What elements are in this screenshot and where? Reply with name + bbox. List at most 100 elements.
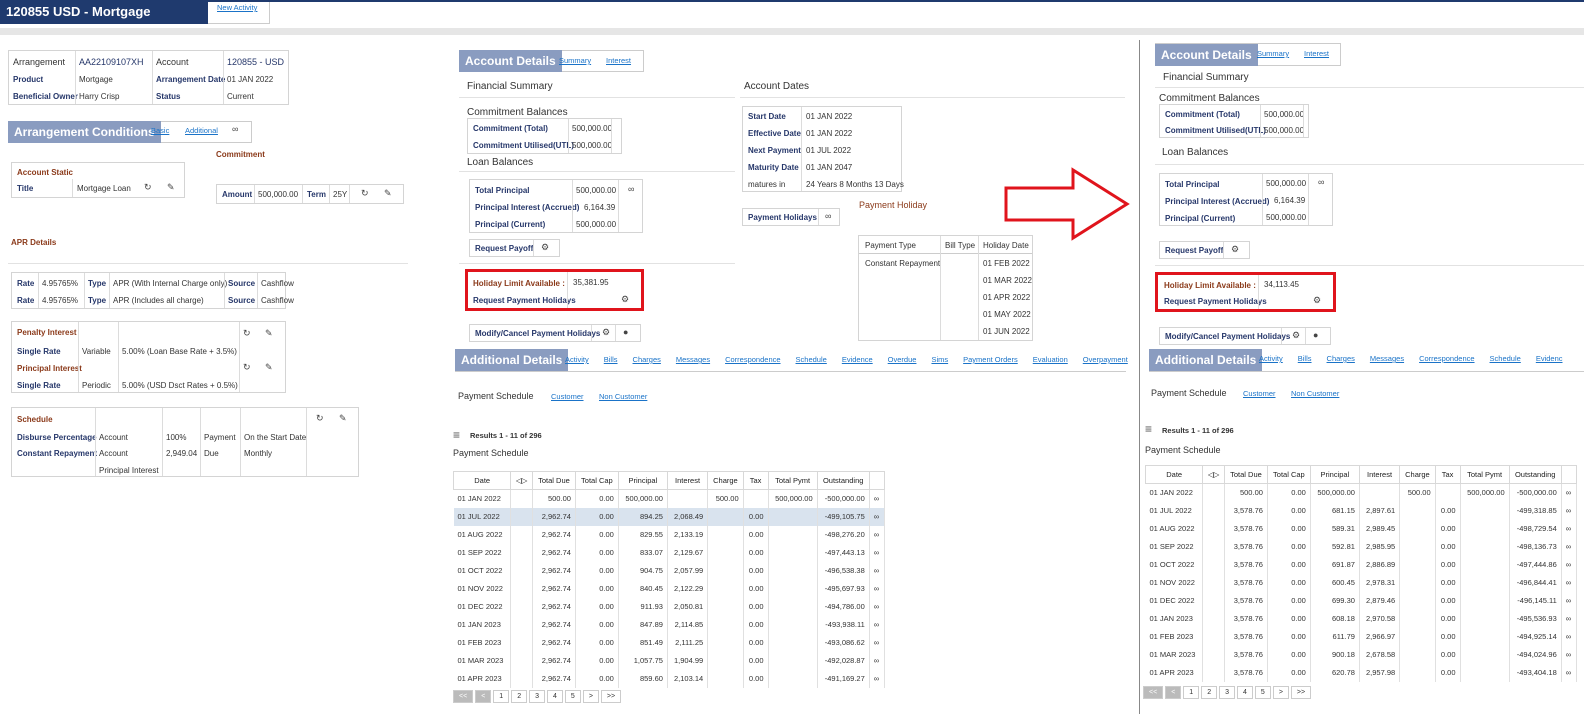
tab-interest[interactable]: Interest (606, 56, 631, 65)
tab-interest[interactable]: Interest (1304, 49, 1329, 58)
request-payoff-button[interactable]: Request Payoff ⚙ (469, 239, 560, 257)
menu-icon[interactable]: ≡ (453, 428, 460, 442)
page-button[interactable]: > (1272, 686, 1289, 699)
edit-icon[interactable]: ✎ (265, 328, 273, 339)
glasses-icon[interactable]: ∞ (1561, 519, 1578, 538)
page-button[interactable]: < (475, 690, 492, 703)
tab-bills[interactable]: Bills (1298, 354, 1312, 363)
page-button[interactable]: 3 (1219, 686, 1235, 699)
glasses-icon[interactable]: ∞ (1318, 177, 1324, 187)
tab-additional-details[interactable]: Additional Details (455, 349, 569, 371)
tab-non-customer[interactable]: Non Customer (599, 392, 647, 401)
table-row[interactable]: 01 NOV 2022 3,578.76 0.00 600.45 2,978.31 0.0… (1145, 573, 1578, 592)
modify-cancel-button[interactable]: Modify/Cancel Payment Holidays ⚙ ● (1159, 327, 1331, 345)
page-button[interactable]: << (453, 690, 474, 703)
glasses-icon[interactable]: ∞ (232, 124, 238, 134)
glasses-icon[interactable]: ∞ (869, 651, 886, 670)
glasses-icon[interactable]: ∞ (1561, 645, 1578, 664)
tab-overpayment[interactable]: Overpayment (1083, 355, 1128, 364)
refresh-icon[interactable]: ↻ (316, 413, 324, 424)
table-row[interactable]: 01 AUG 2022 2,962.74 0.00 829.55 2,133.19 0.0… (453, 525, 886, 544)
table-row[interactable]: 01 APR 2023 3,578.76 0.00 620.78 2,957.98 0.0… (1145, 663, 1578, 682)
table-row[interactable]: 01 OCT 2022 3,578.76 0.00 691.87 2,886.89 0.0… (1145, 555, 1578, 574)
edit-icon[interactable]: ✎ (339, 413, 347, 424)
glasses-icon[interactable]: ∞ (1561, 573, 1578, 592)
tab-arrangement-conditions[interactable]: Arrangement Conditions (8, 121, 161, 143)
page-button[interactable]: 3 (529, 690, 545, 703)
table-row[interactable]: 01 AUG 2022 3,578.76 0.00 589.31 2,989.45 0.0… (1145, 519, 1578, 538)
tab-basic[interactable]: Basic (151, 126, 169, 135)
glasses-icon[interactable]: ∞ (1561, 663, 1578, 682)
column-resize-icon[interactable]: ◁▷ (1202, 465, 1226, 484)
glasses-icon[interactable]: ∞ (1561, 555, 1578, 574)
page-button[interactable]: 4 (1237, 686, 1253, 699)
glasses-icon[interactable]: ∞ (869, 669, 886, 688)
tab-overdue[interactable]: Overdue (888, 355, 917, 364)
glasses-icon[interactable]: ∞ (869, 615, 886, 634)
info-icon[interactable]: ● (623, 327, 628, 337)
modify-cancel-button[interactable]: Modify/Cancel Payment Holidays ⚙ ● (469, 324, 641, 342)
tab-customer[interactable]: Customer (1243, 389, 1276, 398)
tab-correspondence[interactable]: Correspondence (725, 355, 780, 364)
tab-customer[interactable]: Customer (551, 392, 584, 401)
edit-icon[interactable]: ✎ (167, 182, 175, 193)
gear-icon[interactable]: ⚙ (602, 327, 610, 338)
tab-evaluation[interactable]: Evaluation (1033, 355, 1068, 364)
tab-evidenc[interactable]: Evidenc (1536, 354, 1563, 363)
refresh-icon[interactable]: ↻ (361, 188, 369, 199)
page-button[interactable]: 2 (511, 690, 528, 703)
glasses-icon[interactable]: ∞ (825, 211, 831, 221)
tab-summary[interactable]: Summary (1257, 49, 1289, 58)
tab-evidence[interactable]: Evidence (842, 355, 873, 364)
glasses-icon[interactable]: ∞ (1561, 483, 1578, 502)
tab-activity[interactable]: Activity (1259, 354, 1283, 363)
menu-icon[interactable]: ≡ (1145, 422, 1152, 436)
page-button[interactable]: 1 (493, 690, 510, 703)
tab-additional[interactable]: Additional (185, 126, 218, 135)
page-button[interactable]: >> (1290, 686, 1312, 699)
glasses-icon[interactable]: ∞ (869, 633, 886, 652)
column-resize-icon[interactable]: ◁▷ (510, 471, 534, 490)
tab-account-details[interactable]: Account Details (459, 50, 562, 72)
glasses-icon[interactable]: ∞ (869, 561, 886, 580)
glasses-icon[interactable]: ∞ (869, 489, 886, 508)
refresh-icon[interactable]: ↻ (243, 362, 251, 373)
page-button[interactable]: > (582, 690, 599, 703)
gear-icon[interactable]: ⚙ (541, 242, 549, 253)
glasses-icon[interactable]: ∞ (869, 597, 886, 616)
glasses-icon[interactable]: ∞ (869, 507, 886, 526)
tab-account-details[interactable]: Account Details (1155, 44, 1258, 66)
tab-summary[interactable]: Summary (559, 56, 591, 65)
tab-activity[interactable]: Activity (565, 355, 589, 364)
refresh-icon[interactable]: ↻ (243, 328, 251, 339)
table-row[interactable]: 01 MAR 2023 2,962.74 0.00 1,057.75 1,904.99 0… (453, 651, 886, 670)
page-button[interactable]: << (1143, 686, 1164, 699)
table-row[interactable]: 01 DEC 2022 2,962.74 0.00 911.93 2,050.81 0.0… (453, 597, 886, 616)
table-row[interactable]: 01 APR 2023 2,962.74 0.00 859.60 2,103.14 0.0… (453, 669, 886, 688)
tab-schedule[interactable]: Schedule (1490, 354, 1521, 363)
page-button[interactable]: >> (600, 690, 622, 703)
tab-messages[interactable]: Messages (1370, 354, 1404, 363)
tab-additional-details[interactable]: Additional Details (1149, 349, 1263, 371)
glasses-icon[interactable]: ∞ (1561, 591, 1578, 610)
tab-bills[interactable]: Bills (604, 355, 618, 364)
tab-schedule[interactable]: Schedule (796, 355, 827, 364)
edit-icon[interactable]: ✎ (384, 188, 392, 199)
glasses-icon[interactable]: ∞ (1561, 627, 1578, 646)
table-row[interactable]: 01 SEP 2022 3,578.76 0.00 592.81 2,985.95 0.0… (1145, 537, 1578, 556)
gear-icon[interactable]: ⚙ (1292, 330, 1300, 341)
table-row[interactable]: 01 JAN 2022 500.00 0.00 500,000.00 500.00 500… (453, 489, 886, 508)
table-row[interactable]: 01 SEP 2022 2,962.74 0.00 833.07 2,129.67 0.0… (453, 543, 886, 562)
table-row[interactable]: 01 NOV 2022 2,962.74 0.00 840.45 2,122.29 0.0… (453, 579, 886, 598)
table-row[interactable]: 01 OCT 2022 2,962.74 0.00 904.75 2,057.99 0.0… (453, 561, 886, 580)
tab-correspondence[interactable]: Correspondence (1419, 354, 1474, 363)
table-row[interactable]: 01 JUL 2022 3,578.76 0.00 681.15 2,897.61 0.0… (1145, 501, 1578, 520)
page-button[interactable]: < (1165, 686, 1182, 699)
table-row[interactable]: 01 JUL 2022 2,962.74 0.00 894.25 2,068.49 0.0… (453, 507, 886, 526)
edit-icon[interactable]: ✎ (265, 362, 273, 373)
refresh-icon[interactable]: ↻ (144, 182, 152, 193)
payment-schedule-tab[interactable]: Payment Schedule (458, 391, 534, 401)
page-button[interactable]: 1 (1183, 686, 1200, 699)
tab-messages[interactable]: Messages (676, 355, 710, 364)
table-row[interactable]: 01 JAN 2023 2,962.74 0.00 847.89 2,114.85 0.0… (453, 615, 886, 634)
